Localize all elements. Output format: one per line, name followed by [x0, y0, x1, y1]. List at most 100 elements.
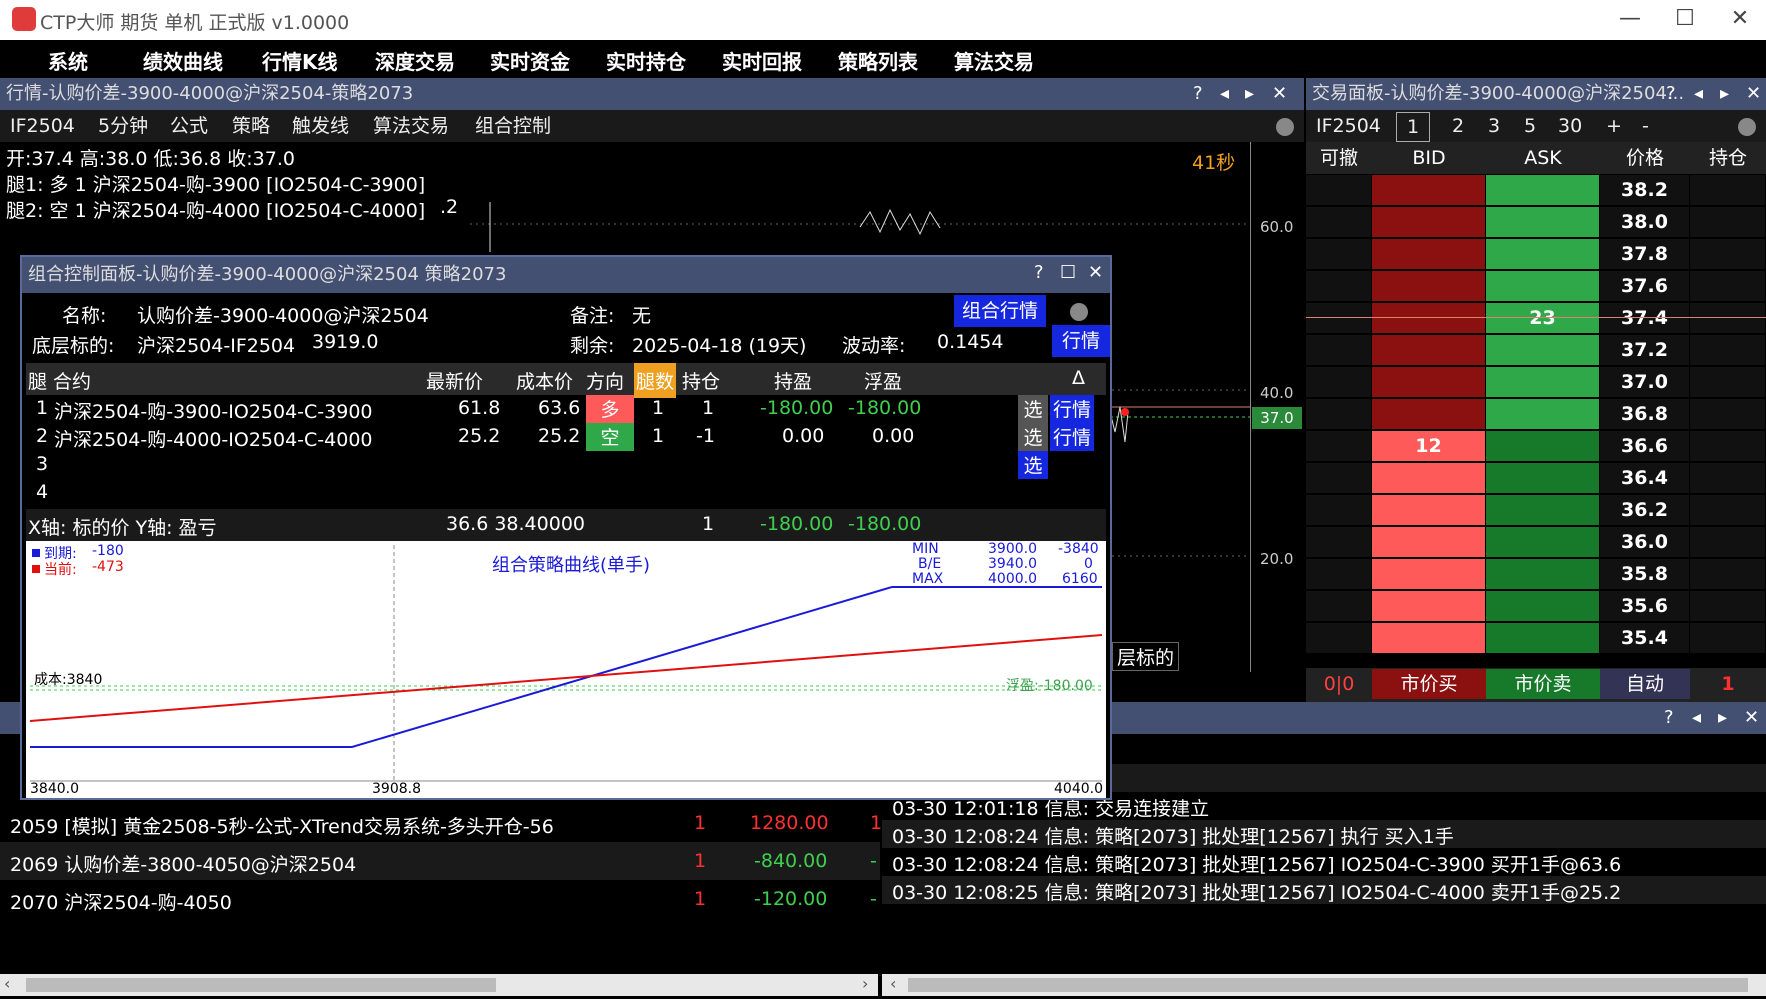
ask-cell[interactable] [1486, 527, 1599, 557]
strategy-row[interactable]: 2069 认购价差-3800-4050@沪深2504 1 -840.00 - [0, 842, 880, 880]
col-legs[interactable]: 腿数 [634, 363, 677, 398]
leg-direction-long[interactable]: 多 [586, 395, 634, 423]
strategy-row[interactable]: 2059 [模拟] 黄金2508-5秒-公式-XTrend交易系统-多头开仓-5… [0, 804, 882, 842]
next-icon[interactable]: ▸ [1245, 78, 1254, 110]
plus-button[interactable]: + [1606, 110, 1622, 142]
leg-row[interactable]: 2 沪深2504-购-4000-IO2504-C-4000 25.2 25.2 … [26, 423, 1106, 451]
ask-cell[interactable] [1486, 335, 1599, 365]
leg-row[interactable]: 4 [26, 479, 1106, 507]
ladder-row[interactable]: 37.6 [1306, 270, 1766, 302]
bid-cell[interactable] [1372, 207, 1485, 237]
scroll-left-icon[interactable]: ‹ [890, 974, 896, 993]
leg-quote-button[interactable]: 行情 [1050, 395, 1094, 423]
close-icon[interactable]: ✕ [1746, 78, 1761, 110]
combo-quote-button[interactable]: 组合行情 [954, 295, 1046, 327]
select-button[interactable]: 选 [1018, 395, 1048, 423]
cancel-count[interactable]: 0|0 [1306, 669, 1372, 699]
ask-cell[interactable] [1486, 591, 1599, 621]
quote-button[interactable]: 行情 [1052, 325, 1110, 357]
market-buy-button[interactable]: 市价买 [1372, 669, 1486, 699]
log-row[interactable]: 03-30 12:08:24 信息: 策略[2073] 批处理[12567] I… [882, 848, 1766, 876]
formula-button[interactable]: 公式 [170, 110, 208, 142]
strategy-button[interactable]: 策略 [232, 110, 270, 142]
log-row[interactable]: 03-30 12:08:25 信息: 策略[2073] 批处理[12567] I… [882, 876, 1766, 904]
select-button[interactable]: 选 [1018, 423, 1048, 451]
menu-positions[interactable]: 实时持仓 [606, 46, 686, 75]
ladder-row[interactable]: 37.2 [1306, 334, 1766, 366]
scroll-right-icon[interactable]: › [862, 974, 868, 993]
help-icon[interactable]: ? [1666, 78, 1676, 110]
leg-direction-short[interactable]: 空 [586, 423, 634, 451]
ask-cell[interactable]: 23 [1486, 303, 1599, 333]
menu-reports[interactable]: 实时回报 [722, 46, 802, 75]
symbol-button[interactable]: IF2504 [10, 110, 75, 142]
ask-cell[interactable] [1486, 559, 1599, 589]
underlying-tag[interactable]: 层标的 [1112, 642, 1180, 671]
horizontal-scrollbar[interactable]: ‹ [882, 974, 1766, 996]
ask-cell[interactable] [1486, 463, 1599, 493]
select-button[interactable]: 选 [1018, 451, 1048, 479]
auto-button[interactable]: 自动 [1600, 669, 1690, 699]
bid-cell[interactable]: 12 [1372, 431, 1485, 461]
ask-cell[interactable] [1486, 495, 1599, 525]
ask-cell[interactable] [1486, 271, 1599, 301]
menu-kline[interactable]: 行情K线 [262, 46, 338, 75]
ask-cell[interactable] [1486, 367, 1599, 397]
payoff-plot[interactable]: 到期: -180 当前: -473 组合策略曲线(单手) MIN 3900.0 … [26, 541, 1106, 798]
bid-cell[interactable] [1372, 271, 1485, 301]
close-icon[interactable]: ✕ [1272, 78, 1287, 110]
qty-button-30[interactable]: 30 [1558, 110, 1582, 142]
ladder-row[interactable]: 35.8 [1306, 558, 1766, 590]
bid-cell[interactable] [1372, 463, 1485, 493]
trigger-line-button[interactable]: 触发线 [292, 110, 349, 142]
prev-icon[interactable]: ◂ [1692, 702, 1701, 734]
leg-row[interactable]: 1 沪深2504-购-3900-IO2504-C-3900 61.8 63.6 … [26, 395, 1106, 423]
minimize-icon[interactable]: — [1610, 4, 1650, 36]
next-icon[interactable]: ▸ [1718, 702, 1727, 734]
log-row[interactable]: 03-30 12:08:24 信息: 策略[2073] 批处理[12567] 执… [882, 820, 1766, 848]
trade-symbol[interactable]: IF2504 [1316, 110, 1381, 142]
help-icon[interactable]: ? [1664, 702, 1674, 734]
prev-icon[interactable]: ◂ [1694, 78, 1703, 110]
next-icon[interactable]: ▸ [1720, 78, 1729, 110]
close-icon[interactable]: ✕ [1720, 4, 1760, 36]
ask-cell[interactable] [1486, 399, 1599, 429]
ask-cell[interactable] [1486, 175, 1599, 205]
ladder-row[interactable]: 23 37.4 [1306, 302, 1766, 334]
scroll-thumb[interactable] [908, 978, 1748, 992]
bid-cell[interactable] [1372, 527, 1485, 557]
ladder-row[interactable]: 37.0 [1306, 366, 1766, 398]
ask-cell[interactable] [1486, 239, 1599, 269]
help-icon[interactable]: ? [1034, 257, 1044, 289]
minus-button[interactable]: - [1642, 110, 1649, 142]
combo-control-button[interactable]: 组合控制 [475, 110, 551, 142]
close-icon[interactable]: ✕ [1744, 702, 1759, 734]
qty-button-3[interactable]: 3 [1488, 110, 1500, 142]
bid-cell[interactable] [1372, 623, 1485, 653]
bid-cell[interactable] [1372, 559, 1485, 589]
prev-icon[interactable]: ◂ [1220, 78, 1229, 110]
ladder-row[interactable]: 36.8 [1306, 398, 1766, 430]
bid-cell[interactable] [1372, 335, 1485, 365]
ladder-row[interactable]: 36.2 [1306, 494, 1766, 526]
bid-cell[interactable] [1372, 303, 1485, 333]
ask-cell[interactable] [1486, 623, 1599, 653]
menu-algo[interactable]: 算法交易 [954, 46, 1034, 75]
ladder-row[interactable]: 36.4 [1306, 462, 1766, 494]
close-icon[interactable]: ✕ [1088, 257, 1103, 289]
menu-funds[interactable]: 实时资金 [490, 46, 570, 75]
maximize-icon[interactable]: ☐ [1665, 4, 1705, 36]
ask-cell[interactable] [1486, 207, 1599, 237]
menu-strategy-list[interactable]: 策略列表 [838, 46, 918, 75]
bid-cell[interactable] [1372, 239, 1485, 269]
horizontal-scrollbar[interactable]: ‹ › [0, 974, 878, 996]
ladder-row[interactable]: 36.0 [1306, 526, 1766, 558]
menu-performance[interactable]: 绩效曲线 [143, 46, 223, 75]
bid-cell[interactable] [1372, 367, 1485, 397]
bid-cell[interactable] [1372, 399, 1485, 429]
ladder-row[interactable]: 38.2 [1306, 174, 1766, 206]
maximize-icon[interactable]: ☐ [1060, 257, 1076, 289]
algo-button[interactable]: 算法交易 [373, 110, 449, 142]
help-icon[interactable]: ? [1193, 78, 1203, 110]
ladder-row[interactable]: 35.4 [1306, 622, 1766, 654]
